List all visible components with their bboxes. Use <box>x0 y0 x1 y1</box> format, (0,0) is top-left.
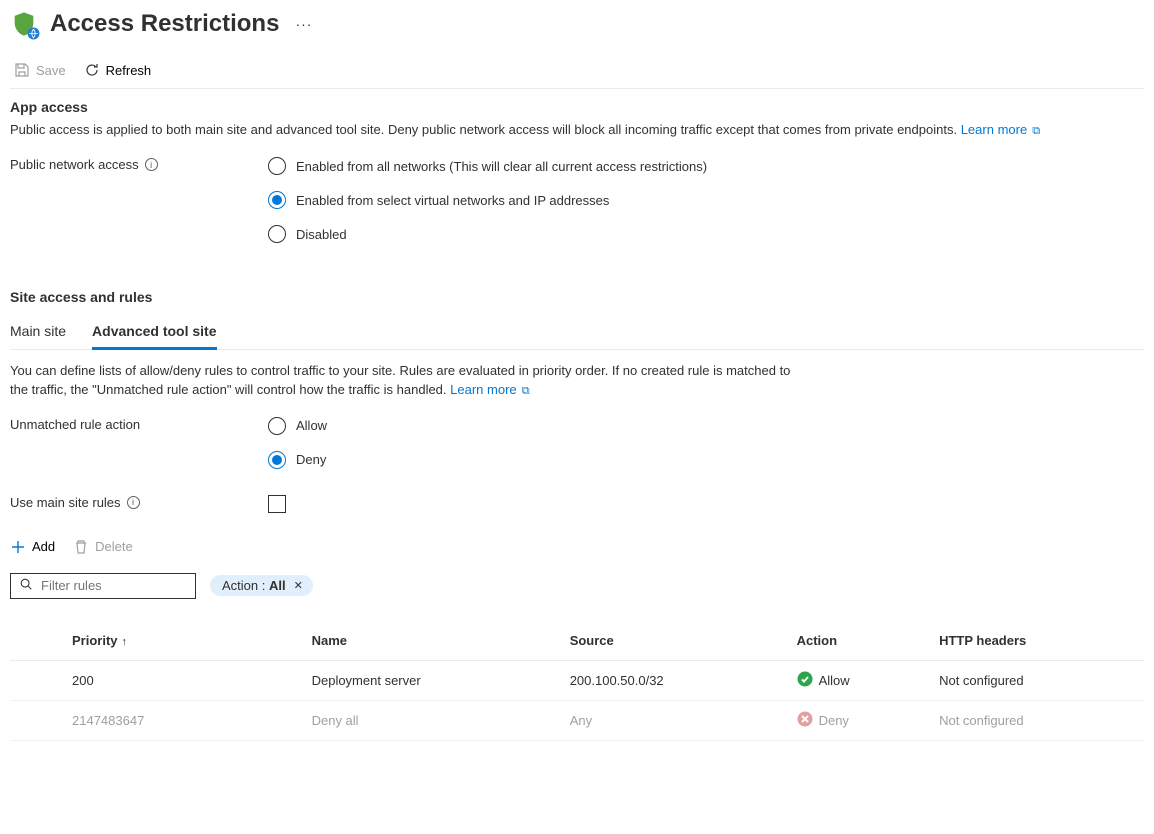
public-network-access-radiogroup: Enabled from all networks (This will cle… <box>268 157 707 243</box>
command-bar: Save Refresh <box>10 52 1144 89</box>
filter-input[interactable] <box>41 578 187 593</box>
app-access-learn-more-link[interactable]: Learn more ⧉ <box>961 122 1040 137</box>
page-header: Access Restrictions ··· <box>10 10 1144 52</box>
rules-table: Priority↑ Name Source Action HTTP header… <box>10 621 1144 741</box>
save-icon <box>14 62 30 78</box>
save-label: Save <box>36 63 66 78</box>
site-rules-desc: You can define lists of allow/deny rules… <box>10 362 810 399</box>
radio-enabled-select[interactable]: Enabled from select virtual networks and… <box>268 191 707 209</box>
table-row[interactable]: 2147483647Deny allAnyDenyNot configured <box>10 700 1144 740</box>
refresh-icon <box>84 62 100 78</box>
cell-source: Any <box>562 700 789 740</box>
external-link-icon: ⧉ <box>1029 125 1040 137</box>
cell-name: Deny all <box>304 700 562 740</box>
radio-unmatched-deny[interactable]: Deny <box>268 451 327 469</box>
tab-advanced-tool-site[interactable]: Advanced tool site <box>92 315 216 350</box>
shield-icon <box>10 10 38 38</box>
site-tabs: Main site Advanced tool site <box>10 315 1144 350</box>
rules-command-bar: Add Delete <box>10 537 1144 557</box>
cell-http: Not configured <box>931 660 1144 700</box>
col-name[interactable]: Name <box>304 621 562 661</box>
table-row[interactable]: 200Deployment server200.100.50.0/32Allow… <box>10 660 1144 700</box>
radio-disabled[interactable]: Disabled <box>268 225 707 243</box>
public-network-access-label: Public network access i <box>10 157 268 172</box>
save-button[interactable]: Save <box>14 60 66 80</box>
cell-action: Deny <box>789 700 932 740</box>
cell-priority: 2147483647 <box>10 700 304 740</box>
plus-icon <box>10 539 26 555</box>
unmatched-rule-label: Unmatched rule action <box>10 417 268 432</box>
col-source[interactable]: Source <box>562 621 789 661</box>
cell-http: Not configured <box>931 700 1144 740</box>
use-main-site-rules-label: Use main site rules i <box>10 495 268 510</box>
unmatched-rule-radiogroup: Allow Deny <box>268 417 327 469</box>
close-icon[interactable]: ✕ <box>294 579 303 592</box>
app-access-title: App access <box>10 99 1144 115</box>
col-priority[interactable]: Priority↑ <box>10 621 304 661</box>
radio-unmatched-allow[interactable]: Allow <box>268 417 327 435</box>
cell-name: Deployment server <box>304 660 562 700</box>
sort-asc-icon: ↑ <box>122 636 128 648</box>
info-icon[interactable]: i <box>145 158 158 171</box>
col-http-headers[interactable]: HTTP headers <box>931 621 1144 661</box>
x-circle-icon <box>797 711 813 730</box>
tab-main-site[interactable]: Main site <box>10 315 66 349</box>
site-rules-title: Site access and rules <box>10 289 1144 305</box>
more-menu[interactable]: ··· <box>291 12 316 36</box>
app-access-desc: Public access is applied to both main si… <box>10 121 1110 139</box>
refresh-label: Refresh <box>106 63 152 78</box>
page-title: Access Restrictions <box>50 10 279 38</box>
use-main-site-rules-checkbox[interactable] <box>268 495 286 513</box>
delete-button[interactable]: Delete <box>73 537 133 557</box>
radio-enabled-all[interactable]: Enabled from all networks (This will cle… <box>268 157 707 175</box>
site-rules-learn-more-link[interactable]: Learn more ⧉ <box>450 382 529 397</box>
trash-icon <box>73 539 89 555</box>
add-button[interactable]: Add <box>10 537 55 557</box>
cell-priority: 200 <box>10 660 304 700</box>
check-circle-icon <box>797 671 813 690</box>
refresh-button[interactable]: Refresh <box>84 60 152 80</box>
cell-source: 200.100.50.0/32 <box>562 660 789 700</box>
external-link-icon: ⧉ <box>519 385 530 397</box>
app-access-desc-text: Public access is applied to both main si… <box>10 122 957 137</box>
site-rules-desc-text: You can define lists of allow/deny rules… <box>10 363 790 396</box>
search-icon <box>19 577 33 594</box>
filter-bar: Action : All ✕ <box>10 573 1144 599</box>
col-action[interactable]: Action <box>789 621 932 661</box>
cell-action: Allow <box>789 660 932 700</box>
filter-input-wrap[interactable] <box>10 573 196 599</box>
info-icon[interactable]: i <box>127 496 140 509</box>
filter-chip-action[interactable]: Action : All ✕ <box>210 575 313 596</box>
